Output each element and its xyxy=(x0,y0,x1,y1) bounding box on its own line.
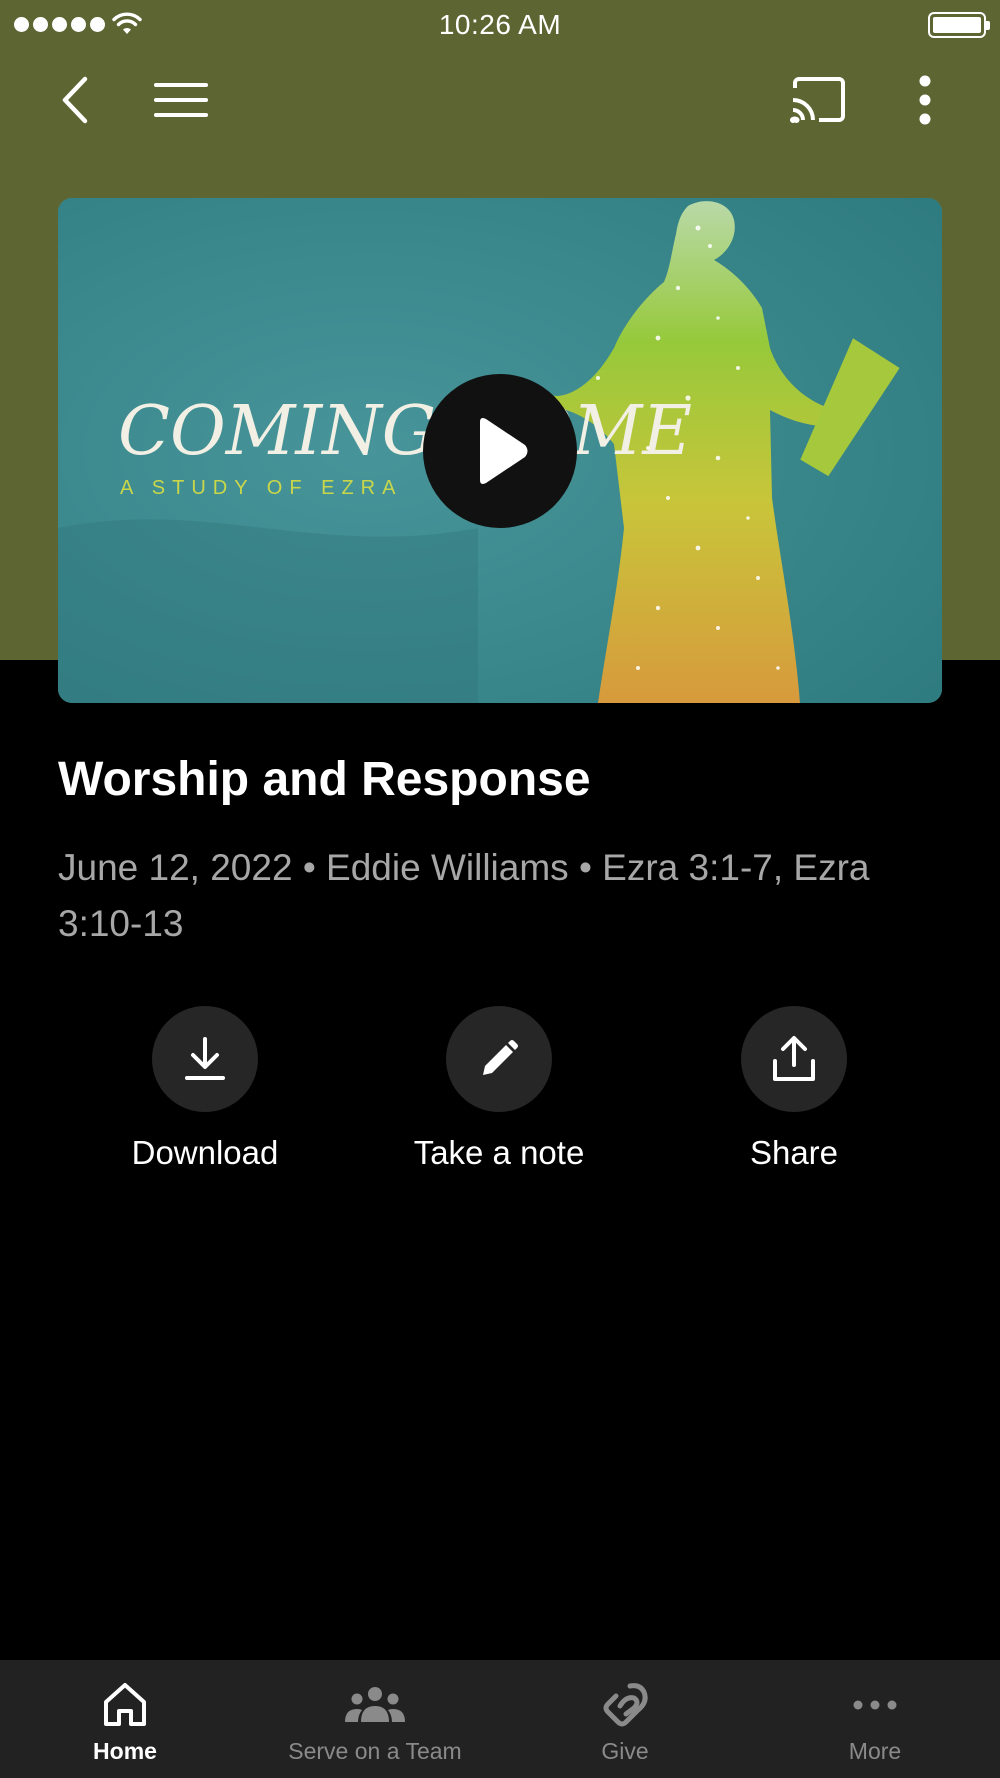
sermon-artwork[interactable]: COMING HOME A STUDY OF EZRA xyxy=(58,198,942,703)
take-note-label: Take a note xyxy=(413,1134,585,1171)
people-icon xyxy=(345,1687,405,1722)
back-button[interactable] xyxy=(50,70,100,130)
download-icon xyxy=(185,1037,225,1080)
home-icon xyxy=(104,1683,146,1726)
take-note-button[interactable]: Take a note xyxy=(379,1006,619,1172)
pencil-icon xyxy=(483,1040,518,1075)
tab-more[interactable]: More xyxy=(750,1660,1000,1778)
more-vertical-icon xyxy=(919,75,931,125)
share-icon xyxy=(773,1036,815,1081)
tab-home[interactable]: Home xyxy=(0,1660,250,1778)
series-subtitle: A STUDY OF EZRA xyxy=(120,477,402,499)
battery-icon xyxy=(928,12,990,38)
series-title: COMING HOME xyxy=(118,392,692,471)
play-icon xyxy=(480,418,528,484)
tab-home-label: Home xyxy=(93,1738,157,1764)
cast-icon xyxy=(790,77,845,123)
bottom-tab-bar: Home Serve on a Team Give More xyxy=(0,1660,1000,1778)
cast-button[interactable] xyxy=(784,72,852,128)
tab-give-label: Give xyxy=(601,1738,649,1764)
chevron-left-icon xyxy=(62,76,88,124)
download-label: Download xyxy=(131,1134,279,1171)
more-options-button[interactable] xyxy=(900,70,950,130)
download-button-circle[interactable] xyxy=(152,1006,258,1112)
tab-serve-on-a-team[interactable]: Serve on a Team xyxy=(250,1660,500,1778)
tab-more-label: More xyxy=(848,1738,902,1764)
take-note-button-circle[interactable] xyxy=(446,1006,552,1112)
sermon-meta: June 12, 2022 • Eddie Williams • Ezra 3:… xyxy=(58,847,870,944)
tab-give[interactable]: Give xyxy=(500,1660,750,1778)
menu-button[interactable] xyxy=(150,75,214,125)
sermon-title: Worship and Response xyxy=(58,753,591,806)
status-bar: 10:26 AM xyxy=(0,0,1000,50)
share-label: Share xyxy=(749,1134,839,1171)
share-button[interactable]: Share xyxy=(674,1006,914,1172)
play-button[interactable] xyxy=(423,374,577,528)
share-button-circle[interactable] xyxy=(741,1006,847,1112)
give-icon xyxy=(603,1683,648,1727)
tab-serve-label: Serve on a Team xyxy=(288,1738,462,1764)
hamburger-menu-icon xyxy=(154,83,208,117)
more-horizontal-icon xyxy=(853,1700,897,1710)
status-time: 10:26 AM xyxy=(438,9,562,40)
download-button[interactable]: Download xyxy=(85,1006,325,1172)
